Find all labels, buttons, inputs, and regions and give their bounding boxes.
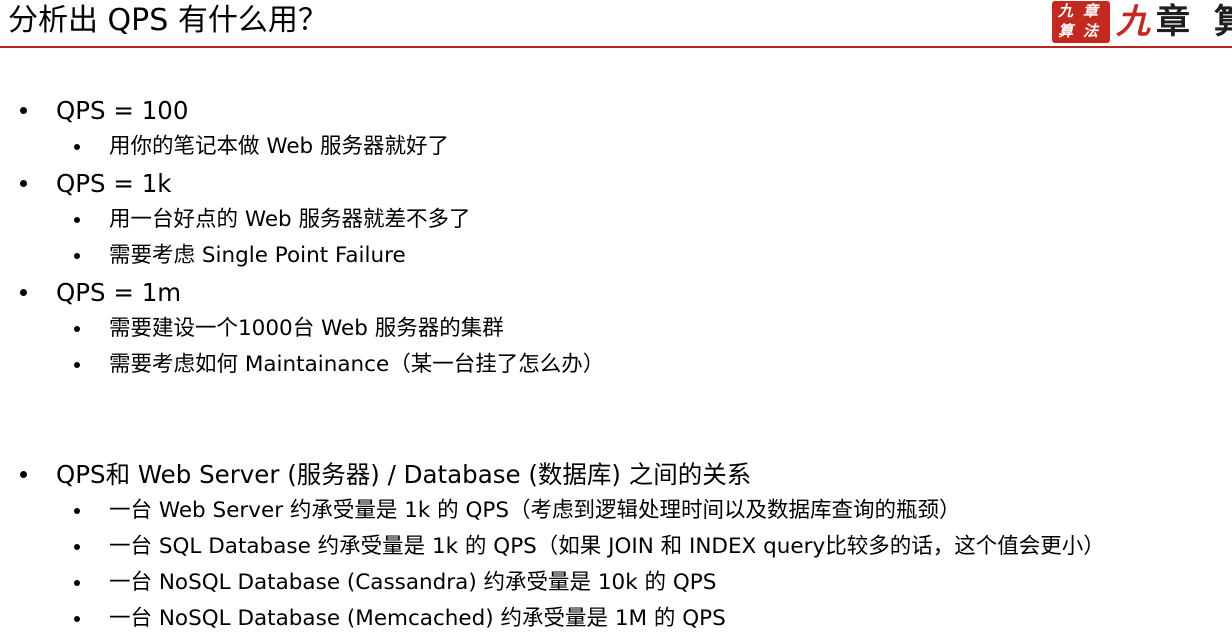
sub-bullet-item: 需要考虑 Single Point Failure — [0, 238, 1232, 274]
sub-bullet-item: 一台 Web Server 约承受量是 1k 的 QPS（考虑到逻辑处理时间以及… — [0, 493, 1232, 529]
logo-seal: 九 章 算 法 — [1052, 1, 1110, 43]
sub-bullet-dot — [74, 544, 80, 550]
seal-char: 章 — [1083, 2, 1099, 20]
bullet-item: QPS和 Web Server (服务器) / Database (数据库) 之… — [0, 456, 1232, 493]
seal-char: 算 — [1058, 22, 1074, 40]
sub-bullet-dot — [74, 144, 80, 150]
logo-wordmark: 九章 算 — [1116, 2, 1232, 42]
slide-title: 分析出 QPS 有什么用？ — [8, 3, 328, 38]
sub-bullet-item: 用一台好点的 Web 服务器就差不多了 — [0, 202, 1232, 238]
sub-bullet-text: 一台 SQL Database 约承受量是 1k 的 QPS（如果 JOIN 和… — [109, 534, 1105, 559]
sub-bullet-text: 一台 NoSQL Database (Cassandra) 约承受量是 10k … — [109, 570, 717, 595]
sub-bullet-dot — [74, 217, 80, 223]
bullet-dot — [20, 107, 27, 114]
slide-header: 分析出 QPS 有什么用？ 九 章 算 法 九章 算 — [0, 0, 1232, 48]
sub-bullet-text: 用你的笔记本做 Web 服务器就好了 — [109, 134, 450, 159]
bullet-text: QPS = 1m — [56, 278, 182, 307]
bullet-text: QPS = 100 — [56, 96, 189, 125]
bullet-dot — [20, 471, 27, 478]
jiuzhang-logo: 九 章 算 法 九章 算 — [1050, 0, 1232, 44]
sub-bullet-text: 需要考虑 Single Point Failure — [109, 243, 406, 268]
sub-bullet-text: 用一台好点的 Web 服务器就差不多了 — [109, 207, 471, 232]
sub-bullet-text: 一台 NoSQL Database (Memcached) 约承受量是 1M 的… — [109, 606, 726, 631]
seal-char: 九 — [1058, 2, 1074, 20]
slide-body: QPS = 100 用你的笔记本做 Web 服务器就好了 QPS = 1k 用一… — [0, 92, 1232, 637]
sub-bullet-text: 一台 Web Server 约承受量是 1k 的 QPS（考虑到逻辑处理时间以及… — [109, 498, 961, 523]
logo-wordmark-red: 九 — [1116, 2, 1156, 42]
bullet-item: QPS = 100 — [0, 92, 1232, 129]
sub-bullet-dot — [74, 580, 80, 586]
sub-bullet-item: 一台 NoSQL Database (Cassandra) 约承受量是 10k … — [0, 565, 1232, 601]
bullet-text: QPS = 1k — [56, 169, 172, 198]
bullet-dot — [20, 180, 27, 187]
sub-bullet-text: 需要考虑如何 Maintainance（某一台挂了怎么办） — [109, 352, 605, 377]
sub-bullet-dot — [74, 326, 80, 332]
seal-char: 法 — [1083, 22, 1099, 40]
logo-wordmark-dark: 章 算 — [1156, 2, 1232, 42]
sub-bullet-item: 一台 SQL Database 约承受量是 1k 的 QPS（如果 JOIN 和… — [0, 529, 1232, 565]
bullet-dot — [20, 289, 27, 296]
sub-bullet-dot — [74, 616, 80, 622]
header-divider — [0, 46, 1232, 48]
sub-bullet-item: 一台 NoSQL Database (Memcached) 约承受量是 1M 的… — [0, 601, 1232, 637]
sub-bullet-item: 用你的笔记本做 Web 服务器就好了 — [0, 129, 1232, 165]
sub-bullet-text: 需要建设一个1000台 Web 服务器的集群 — [109, 316, 504, 341]
sub-bullet-dot — [74, 508, 80, 514]
sub-bullet-dot — [74, 253, 80, 259]
bullet-item: QPS = 1m — [0, 274, 1232, 311]
sub-bullet-item: 需要建设一个1000台 Web 服务器的集群 — [0, 311, 1232, 347]
bullet-item: QPS = 1k — [0, 165, 1232, 202]
sub-bullet-dot — [74, 362, 80, 368]
bullet-text: QPS和 Web Server (服务器) / Database (数据库) 之… — [56, 460, 752, 489]
sub-bullet-item: 需要考虑如何 Maintainance（某一台挂了怎么办） — [0, 347, 1232, 383]
